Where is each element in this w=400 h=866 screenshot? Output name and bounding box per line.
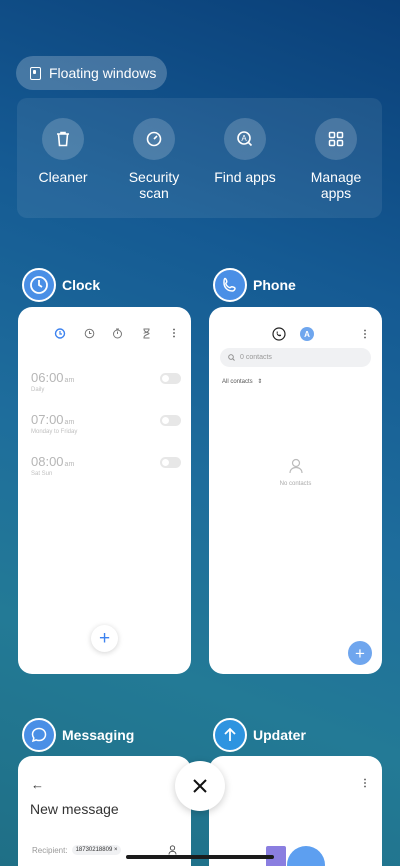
messaging-app-card[interactable]: ← New message Recipient: 18730218809 × xyxy=(18,756,191,866)
alarm-repeat: Sat Sun xyxy=(31,471,53,477)
alarm-time: 06:00am xyxy=(31,370,75,385)
messaging-app-icon xyxy=(22,718,56,752)
stopwatch-tab-icon[interactable] xyxy=(112,328,123,339)
add-contact-button[interactable]: + xyxy=(348,641,372,665)
back-arrow-icon[interactable]: ← xyxy=(31,777,44,792)
person-icon[interactable] xyxy=(168,845,177,855)
security-scan-icon xyxy=(133,118,175,160)
updater-app-title: Updater xyxy=(253,727,306,743)
security-scan-button[interactable]: Security scan xyxy=(109,118,199,201)
recipient-label: Recipient: xyxy=(32,845,68,855)
clock-tabs: ⋮ xyxy=(54,327,179,339)
recents-tab-icon[interactable] xyxy=(272,327,286,341)
home-indicator[interactable] xyxy=(126,855,274,859)
phone-app-header[interactable]: Phone xyxy=(213,268,296,302)
update-illustration-circle xyxy=(287,846,325,866)
empty-state-label: No contacts xyxy=(279,481,312,487)
clock-app-title: Clock xyxy=(62,277,101,293)
manage-apps-button[interactable]: Manage apps xyxy=(291,118,381,201)
timer-tab-icon[interactable] xyxy=(141,328,152,339)
floating-window-icon xyxy=(30,66,41,80)
floating-windows-label: Floating windows xyxy=(49,65,157,81)
clock-app-card[interactable]: ⋮ 06:00am Daily 07:00am Monday to Friday… xyxy=(18,307,191,674)
phone-app-title: Phone xyxy=(253,277,296,293)
world-clock-tab-icon[interactable] xyxy=(84,328,95,339)
contacts-filter-label: All contacts xyxy=(222,379,253,385)
clock-app-header[interactable]: Clock xyxy=(22,268,100,302)
updater-app-header[interactable]: Updater xyxy=(213,718,306,752)
security-scan-label: Security scan xyxy=(128,169,180,201)
alarm-time: 07:00am xyxy=(31,412,75,427)
close-all-button[interactable] xyxy=(175,761,225,811)
alarm-tab-icon[interactable] xyxy=(54,327,66,339)
updater-app-icon xyxy=(213,718,247,752)
phone-tabs: A xyxy=(272,327,314,341)
new-message-title: New message xyxy=(30,801,119,817)
sort-arrows-icon: ⇕ xyxy=(257,379,263,385)
phone-app-icon xyxy=(213,268,247,302)
manage-apps-label: Manage apps xyxy=(310,169,362,201)
phone-app-card[interactable]: A ⋮ 0 contacts All contacts ⇕ No contact… xyxy=(209,307,382,674)
alarm-repeat: Daily xyxy=(31,387,45,393)
alarm-repeat: Monday to Friday xyxy=(31,429,78,435)
close-icon xyxy=(193,779,207,793)
updater-app-card[interactable]: ⋮ xyxy=(209,756,382,866)
person-icon xyxy=(289,458,303,479)
find-apps-label: Find apps xyxy=(214,169,276,185)
alarm-row[interactable]: 06:00am Daily xyxy=(31,370,181,393)
more-options-icon[interactable]: ⋮ xyxy=(169,328,179,339)
find-apps-button[interactable]: A Find apps xyxy=(200,118,290,185)
alarm-row[interactable]: 07:00am Monday to Friday xyxy=(31,412,181,435)
cleaner-button[interactable]: Cleaner xyxy=(18,118,108,185)
grid-icon xyxy=(315,118,357,160)
search-placeholder: 0 contacts xyxy=(240,354,272,361)
quick-tools-panel: Cleaner Security scan A Find apps Manage… xyxy=(17,98,382,218)
messaging-app-title: Messaging xyxy=(62,727,135,743)
more-options-icon[interactable]: ⋮ xyxy=(360,329,370,340)
trash-icon xyxy=(42,118,84,160)
alarm-row[interactable]: 08:00am Sat Sun xyxy=(31,454,181,477)
alarm-toggle[interactable] xyxy=(160,457,181,468)
messaging-app-header[interactable]: Messaging xyxy=(22,718,134,752)
search-icon xyxy=(228,354,235,361)
contacts-filter-dropdown[interactable]: All contacts ⇕ xyxy=(222,378,262,385)
svg-text:A: A xyxy=(241,134,247,143)
recipient-row[interactable]: Recipient: 18730218809 × xyxy=(32,845,177,855)
alarm-time: 08:00am xyxy=(31,454,75,469)
contacts-tab-icon[interactable]: A xyxy=(300,327,314,341)
alarm-toggle[interactable] xyxy=(160,415,181,426)
find-apps-icon: A xyxy=(224,118,266,160)
recipient-chip[interactable]: 18730218809 × xyxy=(71,845,122,855)
cleaner-label: Cleaner xyxy=(38,169,88,185)
clock-app-icon xyxy=(22,268,56,302)
alarm-toggle[interactable] xyxy=(160,373,181,384)
floating-windows-button[interactable]: Floating windows xyxy=(16,56,167,90)
more-options-icon[interactable]: ⋮ xyxy=(360,778,370,789)
contacts-search-input[interactable]: 0 contacts xyxy=(220,348,371,367)
add-alarm-button[interactable]: + xyxy=(91,625,118,652)
